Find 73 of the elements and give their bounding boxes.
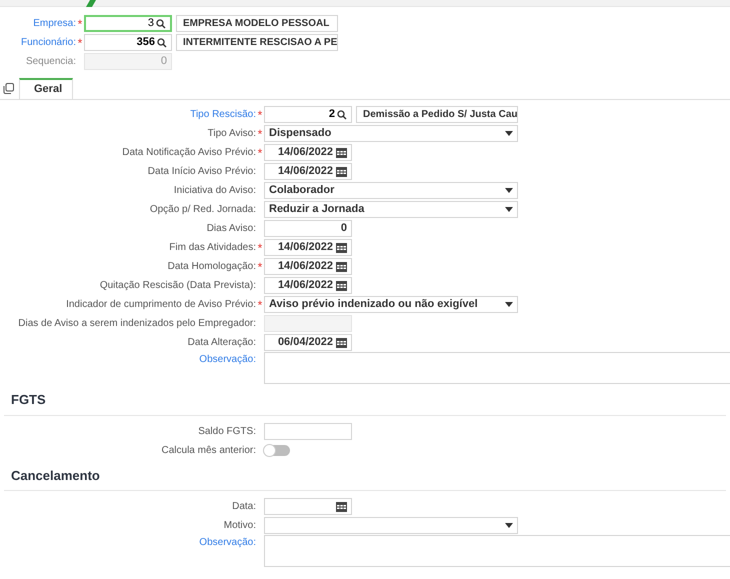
search-icon[interactable] xyxy=(337,110,347,120)
caret-icon xyxy=(505,188,513,193)
field-label: Data Alteração: xyxy=(188,336,256,350)
field-label: Saldo FGTS: xyxy=(198,424,256,438)
calendar-icon[interactable] xyxy=(336,280,347,290)
description-field: INTERMITENTE RESCISAO A PE xyxy=(176,34,338,51)
field-label: Data Início Aviso Prévio: xyxy=(148,165,256,179)
search-icon[interactable] xyxy=(156,18,166,28)
field-label: Fim das Atividades: xyxy=(169,241,256,255)
field-label: Sequencia: xyxy=(26,55,76,69)
tab[interactable]: Geral xyxy=(19,78,73,99)
calendar-icon[interactable] xyxy=(336,242,347,252)
field-label[interactable]: Observação: xyxy=(199,535,256,550)
select-field[interactable]: Dispensado xyxy=(264,125,518,142)
caret-icon xyxy=(505,523,513,528)
code-field[interactable]: 2 xyxy=(264,106,352,123)
select-field[interactable]: Reduzir a Jornada xyxy=(264,201,518,218)
field-label: Data Homologação: xyxy=(168,260,256,274)
field-label[interactable]: Empresa: xyxy=(33,16,76,31)
field-label: Data Notificação Aviso Prévio: xyxy=(122,146,256,160)
input-field[interactable] xyxy=(264,422,352,440)
calendar-icon[interactable] xyxy=(336,148,347,158)
field-label[interactable]: Funcionário: xyxy=(20,35,76,50)
field-label: Calcula mês anterior: xyxy=(162,444,256,458)
field-label: Motivo: xyxy=(224,519,256,533)
select-field[interactable] xyxy=(264,517,518,534)
date-field[interactable]: 14/06/2022 xyxy=(264,144,352,161)
disabled-field: 0 xyxy=(84,53,172,70)
code-field[interactable]: 356 xyxy=(84,34,172,51)
code-field[interactable]: 3 xyxy=(84,15,172,32)
required-mark: * xyxy=(258,242,262,254)
date-field[interactable]: 06/04/2022 xyxy=(264,334,352,351)
date-field[interactable]: 14/06/2022 xyxy=(264,258,352,275)
required-mark: * xyxy=(258,260,262,272)
required-mark: * xyxy=(78,18,82,30)
required-mark: * xyxy=(258,298,262,310)
search-icon[interactable] xyxy=(157,38,167,48)
textarea-field[interactable] xyxy=(264,352,730,384)
field-label[interactable]: Observação: xyxy=(199,352,256,367)
caret-icon xyxy=(505,131,513,136)
required-mark: * xyxy=(78,36,82,48)
calendar-icon[interactable] xyxy=(336,338,347,348)
date-field[interactable]: 14/06/2022 xyxy=(264,163,352,180)
required-mark: * xyxy=(258,128,262,140)
date-field[interactable]: 14/06/2022 xyxy=(264,239,352,256)
field-label: Dias Aviso: xyxy=(206,222,256,236)
field-label: Quitação Rescisão (Data Prevista): xyxy=(100,279,256,293)
required-mark: * xyxy=(258,108,262,120)
field-label: Opção p/ Red. Jornada: xyxy=(150,203,256,217)
required-mark: * xyxy=(258,146,262,158)
field-label: Iniciativa do Aviso: xyxy=(174,184,256,198)
field-label: Indicador de cumprimento de Aviso Prévio: xyxy=(66,298,256,312)
date-field[interactable]: 14/06/2022 xyxy=(264,277,352,294)
textarea-field[interactable] xyxy=(264,535,730,567)
calendar-icon[interactable] xyxy=(336,262,347,272)
field-label: Tipo Aviso: xyxy=(208,127,256,141)
caret-icon xyxy=(505,302,513,307)
caret-icon xyxy=(505,207,513,212)
copy-icon[interactable] xyxy=(3,83,14,94)
calendar-icon[interactable] xyxy=(336,502,347,512)
field-label: Data: xyxy=(232,500,256,514)
description-field: Demissão a Pedido S/ Justa Cau xyxy=(356,106,518,123)
section-title: Cancelamento xyxy=(4,466,726,491)
field-label[interactable]: Tipo Rescisão: xyxy=(190,107,256,122)
section-title: FGTS xyxy=(4,390,726,416)
number-field[interactable]: 0 xyxy=(264,220,352,237)
calendar-icon[interactable] xyxy=(336,166,347,176)
description-field: EMPRESA MODELO PESSOAL xyxy=(176,15,338,32)
select-field[interactable]: Colaborador xyxy=(264,182,518,199)
date-field[interactable] xyxy=(264,498,352,515)
toggle-switch[interactable] xyxy=(264,444,290,456)
select-field[interactable]: Aviso prévio indenizado ou não exigível xyxy=(264,296,518,313)
field-label: Dias de Aviso a serem indenizados pelo Empregador: xyxy=(18,317,256,331)
